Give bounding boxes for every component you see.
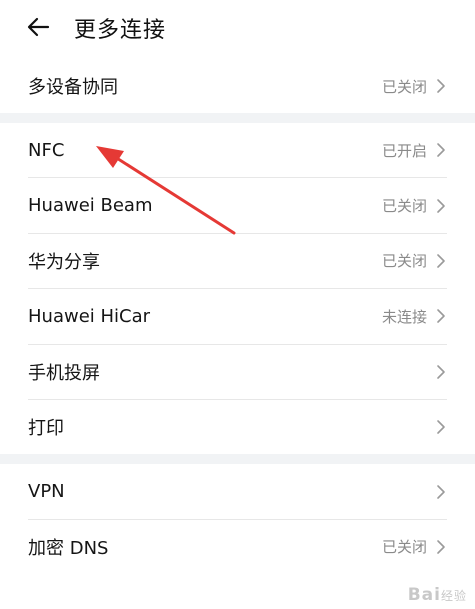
chevron-right-icon xyxy=(437,254,445,268)
row-huawei-hicar[interactable]: Huawei HiCar 未连接 xyxy=(0,289,475,343)
back-arrow-icon[interactable] xyxy=(26,14,52,40)
more-connections-screen: 更多连接 多设备协同 已关闭 NFC 已开启 Huawei Beam 已关闭 华… xyxy=(0,0,475,609)
section-gap xyxy=(0,113,475,123)
row-print[interactable]: 打印 xyxy=(0,400,475,454)
row-status: 已关闭 xyxy=(381,197,427,216)
group-network: VPN 加密 DNS 已关闭 xyxy=(0,464,475,574)
row-status: 已关闭 xyxy=(381,77,427,96)
group-connections: NFC 已开启 Huawei Beam 已关闭 华为分享 已关闭 Huawei … xyxy=(0,123,475,454)
section-gap xyxy=(0,454,475,465)
watermark-brand: Bai xyxy=(407,585,441,605)
watermark-suffix: 经验 xyxy=(440,589,467,603)
chevron-right-icon xyxy=(437,143,445,157)
row-encrypted-dns[interactable]: 加密 DNS 已关闭 xyxy=(0,520,475,574)
row-nfc[interactable]: NFC 已开启 xyxy=(0,123,475,177)
row-label: Huawei Beam xyxy=(28,195,153,217)
header: 更多连接 xyxy=(0,0,475,56)
row-label: 华为分享 xyxy=(28,251,100,273)
chevron-right-icon xyxy=(437,484,445,499)
row-status: 已开启 xyxy=(381,141,427,160)
row-label: 多设备协同 xyxy=(28,77,118,98)
page-title: 更多连接 xyxy=(74,18,167,43)
row-label: 打印 xyxy=(28,418,64,440)
chevron-right-icon xyxy=(437,309,445,324)
row-huawei-beam[interactable]: Huawei Beam 已关闭 xyxy=(0,178,475,232)
chevron-right-icon xyxy=(437,540,445,554)
row-vpn[interactable]: VPN xyxy=(0,464,475,518)
group-multi-device: 多设备协同 已关闭 xyxy=(0,59,475,113)
row-label: 加密 DNS xyxy=(28,537,109,559)
chevron-right-icon xyxy=(437,364,445,379)
row-label: VPN xyxy=(28,481,65,503)
chevron-right-icon xyxy=(437,79,445,93)
row-screen-projection[interactable]: 手机投屏 xyxy=(0,345,475,399)
row-multi-device-collab[interactable]: 多设备协同 已关闭 xyxy=(0,59,475,113)
row-status: 已关闭 xyxy=(381,252,427,271)
row-label: 手机投屏 xyxy=(28,362,100,384)
row-huawei-share[interactable]: 华为分享 已关闭 xyxy=(0,234,475,288)
chevron-right-icon xyxy=(437,420,445,434)
row-status: 未连接 xyxy=(381,307,427,326)
watermark: Bai经验 xyxy=(408,585,467,605)
chevron-right-icon xyxy=(437,198,445,213)
row-label: Huawei HiCar xyxy=(28,305,151,327)
row-label: NFC xyxy=(28,139,65,161)
row-status: 已关闭 xyxy=(381,538,427,557)
